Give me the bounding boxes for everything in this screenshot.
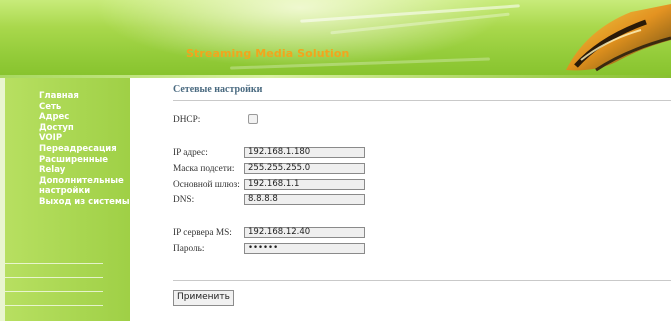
ms-server-ip-label: IP сервера MS: [173,228,232,238]
gateway-input[interactable]: 192.168.1.1 [244,179,365,190]
sidebar-divider [5,263,103,264]
sidebar-item-home[interactable]: Главная [39,91,134,102]
sidebar-item-address[interactable]: Адрес [39,112,134,123]
gateway-label: Основной шлюз: [173,180,240,190]
glasses-graphic [566,4,671,72]
sidebar: Главная Сеть Адрес Доступ VOIP Переадрес… [0,78,130,321]
dns-label: DNS: [173,195,195,205]
ms-server-ip-input[interactable]: 192.168.12.40 [244,227,365,238]
ip-address-label: IP адрес: [173,148,208,158]
sidebar-edge [0,78,5,321]
sidebar-item-voip[interactable]: VOIP [39,133,134,144]
brand-title: Streaming Media Solution [186,47,350,60]
sidebar-item-access[interactable]: Доступ [39,123,134,134]
header-banner: Streaming Media Solution [0,0,671,78]
sidebar-menu: Главная Сеть Адрес Доступ VOIP Переадрес… [39,91,134,208]
password-label: Пароль: [173,244,205,254]
ip-address-input[interactable]: 192.168.1.180 [244,147,365,158]
main-content: Сетевые настройки DHCP: IP адрес: 192.16… [130,78,671,321]
title-divider [173,100,671,101]
sidebar-item-network[interactable]: Сеть [39,102,134,113]
sidebar-item-logout[interactable]: Выход из системы [39,197,134,208]
dhcp-label: DHCP: [173,115,201,125]
sidebar-divider [5,277,103,278]
subnet-mask-input[interactable]: 255.255.255.0 [244,163,365,174]
sidebar-divider [5,291,103,292]
sidebar-item-forwarding[interactable]: Переадресация [39,144,134,155]
dhcp-checkbox[interactable] [248,114,258,124]
form-divider [173,280,671,281]
apply-button[interactable]: Применить [173,290,234,306]
sidebar-item-additional-settings[interactable]: Дополнительные настройки [39,176,134,197]
dns-input[interactable]: 8.8.8.8 [244,194,365,205]
password-input[interactable]: •••••• [244,243,365,254]
sidebar-item-advanced[interactable]: Расширенные [39,155,134,166]
sidebar-divider [5,305,103,306]
subnet-mask-label: Маска подсети: [173,164,235,174]
page-title: Сетевые настройки [173,84,263,95]
sidebar-item-relay[interactable]: Relay [39,165,134,176]
